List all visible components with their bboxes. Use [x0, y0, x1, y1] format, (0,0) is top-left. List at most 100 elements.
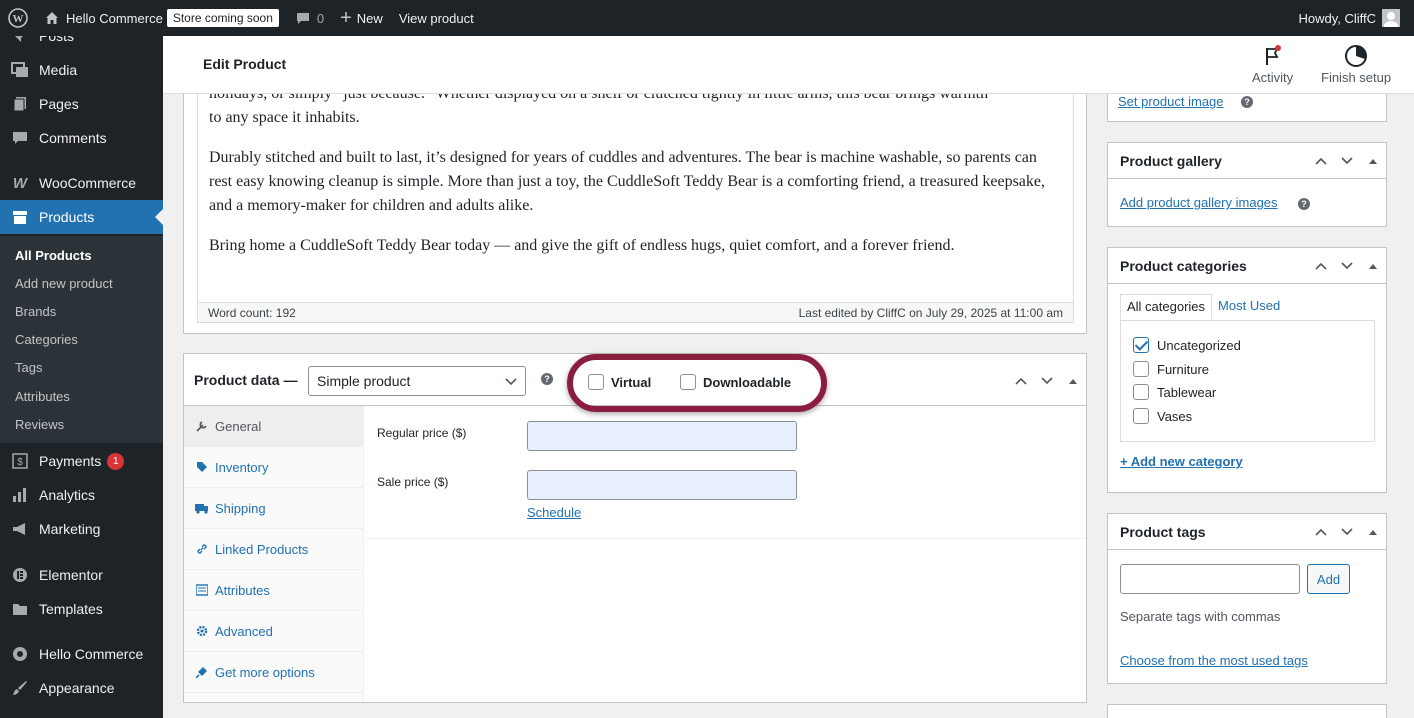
paragraph-2: Durably stitched and built to last, it’s… — [209, 149, 1045, 214]
tab-linked-products[interactable]: Linked Products — [184, 529, 364, 570]
help-icon[interactable]: ? — [1241, 96, 1253, 108]
chevron-up-icon[interactable] — [1011, 371, 1031, 391]
menu-label: Pages — [39, 96, 79, 112]
tab-label: Advanced — [215, 623, 273, 639]
product-type-select[interactable]: Simple product — [308, 366, 526, 396]
submenu-add-new-product[interactable]: Add new product — [15, 273, 113, 293]
product-data-tabs: General Inventory Shipping Linked Produc… — [184, 406, 364, 702]
regular-price-input[interactable] — [527, 421, 797, 451]
menu-woocommerce[interactable]: W WooCommerce — [0, 166, 163, 200]
submenu-attributes[interactable]: Attributes — [15, 386, 70, 406]
chevron-down-icon[interactable] — [1337, 151, 1357, 171]
toggle-panel-icon[interactable] — [1363, 256, 1383, 276]
category-checkbox[interactable] — [1133, 361, 1149, 377]
toggle-panel-icon[interactable] — [1363, 522, 1383, 542]
hello-icon — [10, 644, 30, 664]
tab-most-used[interactable]: Most Used — [1212, 294, 1286, 320]
choose-most-used-tags-link[interactable]: Choose from the most used tags — [1120, 653, 1308, 668]
submenu-all-products[interactable]: All Products — [15, 245, 92, 265]
submenu-brands[interactable]: Brands — [15, 301, 56, 321]
add-new-category-link[interactable]: + Add new category — [1120, 454, 1243, 469]
menu-label: Marketing — [39, 521, 101, 537]
submenu-reviews[interactable]: Reviews — [15, 414, 64, 434]
toggle-panel-icon[interactable] — [1363, 151, 1383, 171]
chevron-down-icon[interactable] — [1037, 371, 1057, 391]
account-menu[interactable]: Howdy, CliffC — [1290, 0, 1414, 36]
menu-marketing[interactable]: Marketing — [0, 512, 163, 546]
chevron-down-icon[interactable] — [1337, 256, 1357, 276]
paragraph-1-end: to any space it inhabits. — [209, 109, 360, 126]
toggle-panel-icon[interactable] — [1063, 371, 1083, 391]
category-item[interactable]: Furniture — [1133, 361, 1209, 377]
wordpress-logo-icon[interactable]: W — [0, 0, 36, 36]
category-checkbox[interactable] — [1133, 337, 1149, 353]
product-data-box: Product data — Simple product ? Virtual … — [183, 353, 1087, 703]
word-count: Word count: 192 — [208, 305, 296, 320]
finish-setup-button[interactable]: Finish setup — [1321, 42, 1391, 85]
category-item[interactable]: Vases — [1133, 408, 1192, 424]
menu-label: Hello Commerce — [39, 646, 144, 662]
new-label: New — [356, 10, 383, 26]
chevron-down-icon[interactable] — [1337, 522, 1357, 542]
tab-inventory[interactable]: Inventory — [184, 447, 364, 488]
store-status-badge[interactable]: Store coming soon — [166, 9, 279, 27]
sale-price-input[interactable] — [527, 470, 797, 500]
add-gallery-images-link[interactable]: Add product gallery images — [1120, 195, 1278, 210]
menu-payments[interactable]: $ Payments 1 — [0, 444, 163, 478]
menu-media[interactable]: Media — [0, 53, 163, 87]
help-icon[interactable]: ? — [541, 373, 553, 385]
chevron-up-icon[interactable] — [1311, 256, 1331, 276]
help-icon[interactable]: ? — [1298, 198, 1310, 210]
activity-button[interactable]: Activity — [1252, 42, 1293, 85]
site-name-link[interactable]: Hello Commerce Store coming soon — [36, 0, 287, 36]
page-title: Edit Product — [203, 56, 287, 72]
menu-elementor[interactable]: Elementor — [0, 558, 163, 592]
tab-advanced[interactable]: Advanced — [184, 611, 364, 652]
box-header: Product categories — [1108, 248, 1386, 284]
virtual-option[interactable]: Virtual — [588, 374, 651, 390]
menu-products[interactable]: Products — [0, 200, 163, 234]
wrench-icon — [194, 420, 210, 432]
menu-pages[interactable]: Pages — [0, 87, 163, 121]
menu-templates[interactable]: Templates — [0, 592, 163, 626]
new-content-link[interactable]: + New — [332, 0, 391, 36]
menu-comments[interactable]: Comments — [0, 121, 163, 155]
menu-analytics[interactable]: Analytics — [0, 478, 163, 512]
category-checkbox[interactable] — [1133, 408, 1149, 424]
category-item[interactable]: Tablewear — [1133, 384, 1216, 400]
downloadable-checkbox[interactable] — [680, 374, 696, 390]
page-header: Edit Product Activity Finish setup — [163, 36, 1414, 94]
chevron-up-icon[interactable] — [1311, 522, 1331, 542]
menu-label: Appearance — [39, 680, 115, 696]
tag-input[interactable] — [1120, 564, 1300, 594]
elementor-icon — [10, 565, 30, 585]
divider — [365, 538, 1086, 539]
menu-hello-commerce[interactable]: Hello Commerce — [0, 637, 163, 671]
tab-all-categories[interactable]: All categories — [1120, 294, 1213, 320]
dollar-icon: $ — [10, 451, 30, 471]
submenu-tags[interactable]: Tags — [15, 357, 42, 377]
tab-get-more-options[interactable]: Get more options — [184, 652, 364, 693]
downloadable-option[interactable]: Downloadable — [680, 374, 791, 390]
tab-label: Attributes — [215, 582, 270, 598]
admin-sidebar: Posts Media Pages Comments W WooCommerce… — [0, 36, 163, 718]
view-product-link[interactable]: View product — [391, 0, 482, 36]
menu-posts[interactable]: Posts — [0, 36, 163, 53]
category-checkbox[interactable] — [1133, 384, 1149, 400]
editor-content[interactable]: holidays, or simply “just because.” Whet… — [197, 94, 1074, 302]
virtual-checkbox[interactable] — [588, 374, 604, 390]
menu-appearance[interactable]: Appearance — [0, 671, 163, 705]
schedule-link[interactable]: Schedule — [527, 505, 581, 520]
submenu-categories[interactable]: Categories — [15, 329, 78, 349]
tab-shipping[interactable]: Shipping — [184, 488, 364, 529]
avatar — [1382, 9, 1400, 27]
tab-general[interactable]: General — [184, 406, 364, 447]
add-tag-button[interactable]: Add — [1307, 564, 1350, 594]
link-icon — [194, 543, 210, 555]
set-product-image-link[interactable]: Set product image — [1118, 94, 1224, 109]
chevron-up-icon[interactable] — [1311, 151, 1331, 171]
comments-link[interactable]: 0 — [287, 0, 332, 36]
tab-label: Linked Products — [215, 541, 309, 557]
category-item[interactable]: Uncategorized — [1133, 337, 1241, 353]
tab-attributes[interactable]: Attributes — [184, 570, 364, 611]
